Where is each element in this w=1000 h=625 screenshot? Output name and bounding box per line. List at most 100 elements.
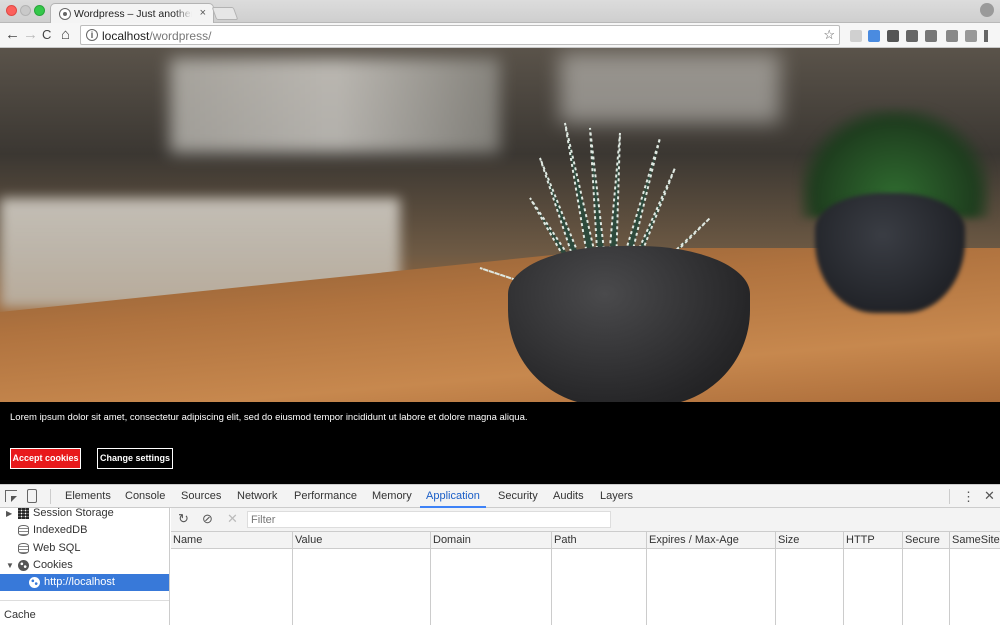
forward-arrow-icon[interactable]: →	[23, 26, 38, 44]
browser-toolbar: ← → C ⌂ i localhost/wordpress/ ☆	[0, 23, 1000, 48]
tab-elements[interactable]: Elements	[63, 485, 113, 508]
home-icon[interactable]: ⌂	[61, 26, 70, 44]
hero-pot	[508, 246, 750, 402]
delete-selected-icon[interactable]: ✕	[227, 511, 238, 527]
column-header[interactable]: HTTP	[846, 534, 875, 546]
sidebar-item-label: IndexedDB	[33, 524, 88, 536]
tab-application[interactable]: Application	[420, 485, 486, 508]
extension-icon[interactable]	[965, 30, 977, 42]
tab-sources[interactable]: Sources	[179, 485, 223, 508]
hero-window-light	[170, 58, 500, 153]
cookie-table: Name Value Domain Path Expires / Max-Age…	[171, 532, 1000, 625]
sidebar-item-label: http://localhost	[44, 576, 115, 588]
cookie-table-panel: ↻ ⊘ ✕ Name Value Domain Path Expires / M…	[171, 508, 1000, 625]
device-toolbar-icon[interactable]	[27, 489, 37, 503]
url-text: localhost/wordpress/	[102, 29, 211, 43]
sidebar-item-label: Session Storage	[33, 508, 114, 519]
storage-grid-icon	[18, 508, 29, 519]
url-path: /wordpress/	[149, 29, 212, 43]
column-header[interactable]: Name	[173, 534, 202, 546]
tab-memory[interactable]: Memory	[370, 485, 414, 508]
cookie-banner-text: Lorem ipsum dolor sit amet, consectetur …	[10, 412, 528, 423]
column-header[interactable]: Secure	[905, 534, 940, 546]
cookie-icon	[29, 577, 40, 588]
sidebar-item-label: Web SQL	[33, 542, 81, 554]
sidebar-item-indexeddb[interactable]: IndexedDB	[0, 522, 169, 539]
hero-background-pot	[815, 193, 965, 313]
refresh-icon[interactable]: ↻	[178, 511, 189, 527]
application-sidebar: ▶ Session Storage IndexedDB Web SQL ▼ Co…	[0, 508, 170, 625]
column-domain: Domain	[431, 532, 552, 625]
sidebar-item-cookies[interactable]: ▼ Cookies	[0, 557, 169, 574]
cookie-icon	[18, 560, 29, 571]
sidebar-section-cache: Cache	[4, 609, 36, 621]
database-icon	[18, 543, 29, 554]
window-minimize-button[interactable]	[20, 5, 31, 16]
cast-icon[interactable]	[946, 30, 958, 42]
tab-security[interactable]: Security	[496, 485, 540, 508]
filter-input[interactable]	[247, 511, 611, 528]
tab-layers[interactable]: Layers	[598, 485, 635, 508]
reload-icon[interactable]: C	[42, 26, 51, 44]
expand-arrow-icon[interactable]: ▶	[6, 508, 12, 522]
divider	[50, 489, 51, 504]
new-tab-button[interactable]	[211, 7, 239, 20]
page-info-icon[interactable]: i	[86, 29, 98, 41]
accept-cookies-button[interactable]: Accept cookies	[10, 448, 81, 469]
devtools-panel: Elements Console Sources Network Perform…	[0, 484, 1000, 625]
column-samesite: SameSite	[950, 532, 1000, 625]
cookie-banner: Lorem ipsum dolor sit amet, consectetur …	[0, 402, 1000, 484]
column-header[interactable]: Expires / Max-Age	[649, 534, 739, 546]
tab-console[interactable]: Console	[123, 485, 167, 508]
tab-network[interactable]: Network	[235, 485, 279, 508]
divider	[949, 489, 950, 504]
tab-audits[interactable]: Audits	[551, 485, 586, 508]
column-secure: Secure	[903, 532, 950, 625]
column-header[interactable]: Value	[295, 534, 322, 546]
sidebar-item-label: Cookies	[33, 559, 73, 571]
column-size: Size	[776, 532, 844, 625]
sidebar-item-session-storage[interactable]: ▶ Session Storage	[0, 508, 169, 522]
change-settings-button[interactable]: Change settings	[97, 448, 173, 469]
extension-icon[interactable]	[868, 30, 880, 42]
column-header[interactable]: Path	[554, 534, 577, 546]
extension-icon[interactable]	[925, 30, 937, 42]
tab-close-icon[interactable]: ×	[200, 7, 206, 19]
window-zoom-button[interactable]	[34, 5, 45, 16]
collapse-arrow-icon[interactable]: ▼	[6, 557, 14, 574]
database-icon	[18, 525, 29, 536]
browser-tab[interactable]: Wordpress – Just another WordPress site …	[50, 3, 214, 24]
devtools-menu-icon[interactable]: ⋮	[962, 489, 975, 505]
hero-image	[0, 48, 1000, 402]
tab-title: Wordpress – Just another WordPress site	[74, 8, 192, 20]
column-name: Name	[171, 532, 293, 625]
address-bar[interactable]: i localhost/wordpress/ ☆	[80, 25, 840, 45]
column-header[interactable]: Size	[778, 534, 799, 546]
clear-all-icon[interactable]: ⊘	[202, 511, 213, 527]
url-host: localhost	[102, 29, 150, 43]
sidebar-item-web-sql[interactable]: Web SQL	[0, 540, 169, 557]
extension-icon[interactable]	[906, 30, 918, 42]
tab-performance[interactable]: Performance	[292, 485, 359, 508]
inspect-element-icon[interactable]	[5, 490, 17, 502]
window-close-button[interactable]	[6, 5, 17, 16]
profile-avatar-icon[interactable]	[980, 3, 994, 17]
column-http: HTTP	[844, 532, 903, 625]
divider	[0, 600, 169, 601]
column-value: Value	[293, 532, 431, 625]
column-header[interactable]: SameSite	[952, 534, 1000, 546]
cookie-toolbar: ↻ ⊘ ✕	[171, 508, 1000, 532]
wordpress-favicon-icon	[59, 8, 71, 20]
column-expires: Expires / Max-Age	[647, 532, 776, 625]
column-path: Path	[552, 532, 647, 625]
browser-tab-bar: Wordpress – Just another WordPress site …	[0, 0, 1000, 24]
bookmark-star-icon[interactable]: ☆	[823, 27, 835, 43]
extension-icon[interactable]	[887, 30, 899, 42]
extension-icon[interactable]	[850, 30, 862, 42]
sidebar-item-localhost[interactable]: http://localhost	[0, 574, 169, 591]
devtools-close-icon[interactable]: ✕	[984, 488, 995, 504]
back-arrow-icon[interactable]: ←	[5, 26, 20, 44]
column-header[interactable]: Domain	[433, 534, 471, 546]
devtools-tab-bar: Elements Console Sources Network Perform…	[0, 485, 1000, 508]
browser-menu-icon[interactable]	[984, 30, 988, 42]
